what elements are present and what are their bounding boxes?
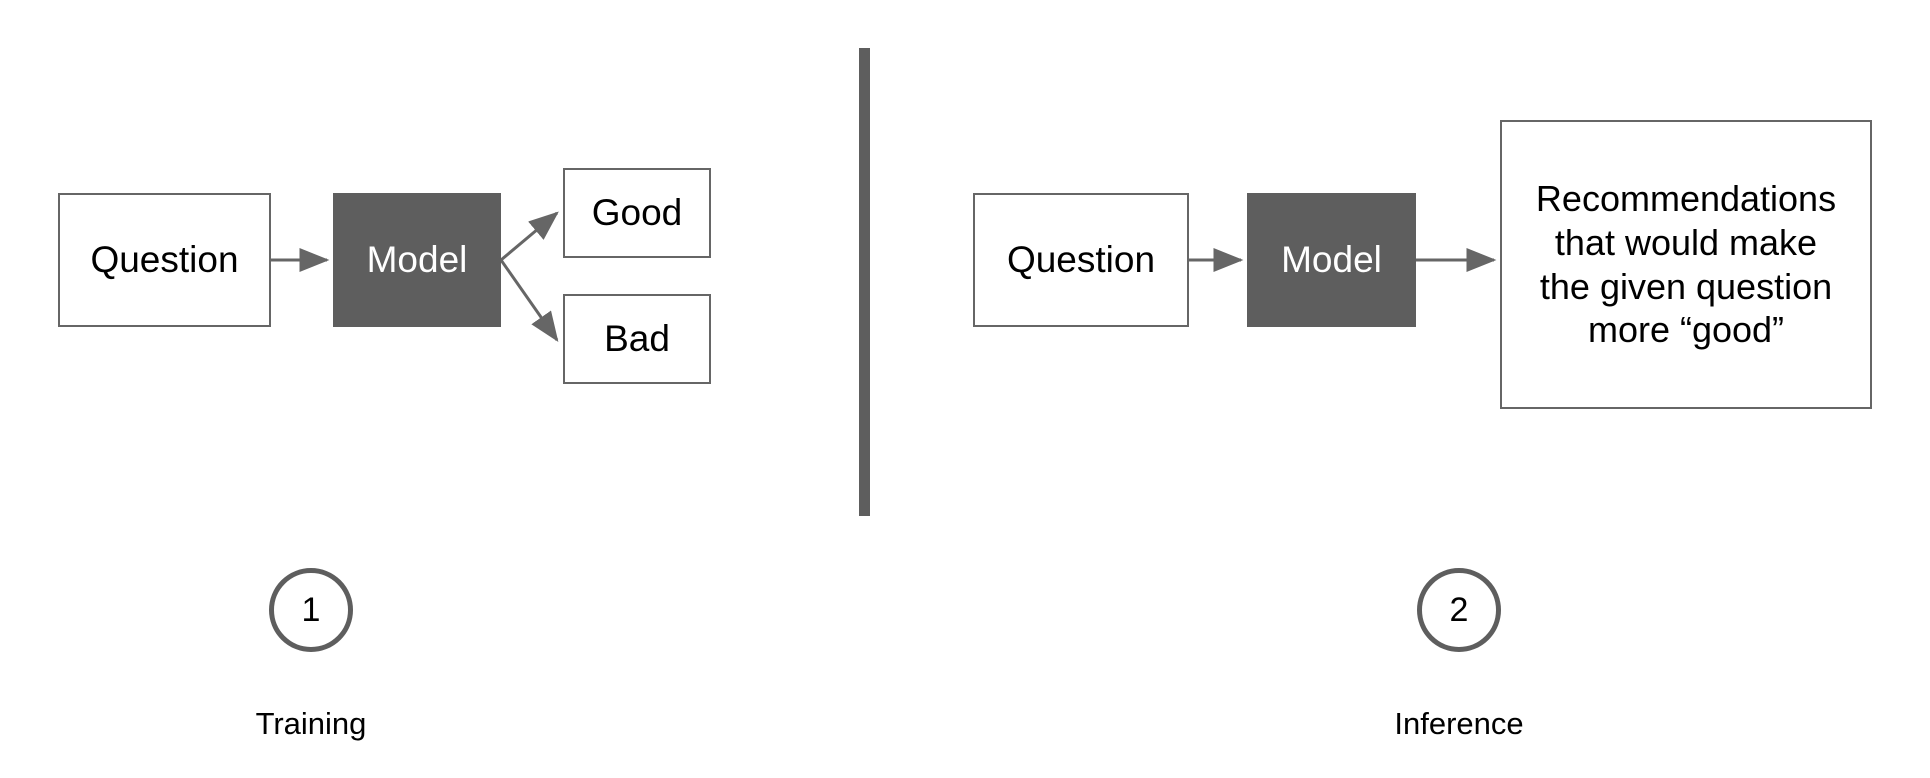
step-marker-2: 2 [1417,568,1501,652]
node-model-inference[interactable]: Model [1247,193,1416,327]
node-bad-label: Bad [604,318,670,360]
step-marker-1-number: 1 [301,590,321,629]
node-good[interactable]: Good [563,168,711,258]
diagram-canvas: Question Model Good Bad 1 Training Quest… [0,0,1930,778]
node-model-training-label: Model [366,239,468,281]
node-question-training[interactable]: Question [58,193,271,327]
step-caption-training: Training [255,706,367,741]
panel-divider [859,48,870,516]
node-question-training-label: Question [90,239,239,281]
step-caption-inference: Inference [1394,706,1524,741]
arrow-model-to-bad [499,259,559,342]
step-marker-2-number: 2 [1449,590,1469,629]
node-bad[interactable]: Bad [563,294,711,384]
arrow-model-to-good [500,211,559,262]
node-model-inference-label: Model [1281,239,1382,281]
node-question-inference[interactable]: Question [973,193,1189,327]
node-question-inference-label: Question [1006,239,1156,281]
node-model-training[interactable]: Model [333,193,501,327]
node-good-label: Good [591,192,683,234]
node-recommendations[interactable]: Recommendations that would make the give… [1500,120,1872,409]
node-recommendations-label: Recommendations that would make the give… [1535,177,1837,351]
step-marker-1: 1 [269,568,353,652]
